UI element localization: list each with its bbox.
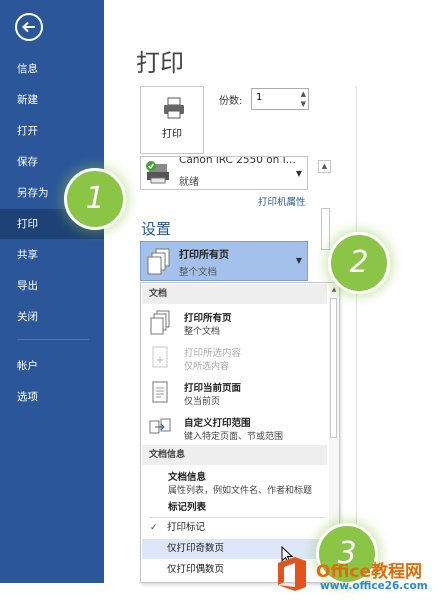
step-badge-1: 1 [64,168,126,230]
sidebar-item-close[interactable]: 关闭 [0,302,104,332]
print-markup-label: 打印标记 [167,522,206,533]
menu-item-doc-info-desc: 属性列表，例如文件名、作者和标题 [168,486,313,496]
sidebar-item-export[interactable]: 导出 [0,271,104,301]
printer-status-icon [146,161,169,184]
office-logo-icon [278,557,306,591]
even-pages-label: 仅打印偶数页 [167,564,225,575]
menu-item-selection-title: 打印所选内容 [184,348,242,359]
menu-item-custom-range-title[interactable]: 自定义打印范围 [184,415,251,429]
all-pages-icon [150,310,170,335]
chevron-down-icon[interactable]: ▼ [296,169,302,178]
copies-value: 1 [256,92,263,103]
backstage-sidebar: 信息 新建 打开 保存 另存为 打印 共享 导出 关闭 帐户 选项 [0,0,104,583]
check-icon: ✓ [150,523,158,533]
menu-item-all-pages-title[interactable]: 打印所有页 [184,310,232,324]
menu-section-header-doc-info: 文档信息 [142,445,327,465]
menu-item-all-pages-desc: 整个文档 [184,327,221,337]
menu-item-doc-info-title[interactable]: 文档信息 [168,469,206,483]
print-button-label: 打印 [162,129,182,140]
printer-icon [164,97,184,119]
menu-item-current-page-title[interactable]: 打印当前页面 [184,380,241,394]
scrollbar-thumb[interactable] [321,208,330,250]
all-pages-icon [147,248,170,275]
back-arrow-icon[interactable] [15,13,43,41]
menu-item-current-page-desc: 仅当前页 [184,397,221,407]
sidebar-divider [17,339,89,340]
copies-stepper[interactable]: ▲ ▼ [301,89,306,109]
printer-properties-link[interactable]: 打印机属性 [258,194,306,208]
custom-range-icon [149,418,171,434]
step-badge-2: 2 [328,232,390,294]
copies-label: 份数: [219,96,243,107]
menu-scrollbar-thumb[interactable] [330,298,337,438]
current-page-icon [152,381,168,403]
watermark-url: www.office26.com [320,580,428,592]
odd-pages-label: 仅打印奇数页 [167,543,225,554]
page-title: 打印 [136,49,184,77]
menu-section-header-document: 文档 [142,284,327,304]
print-range-dropdown[interactable]: 打印所有页 整个文档 ▼ [140,241,308,281]
selected-setting-title: 打印所有页 [179,250,229,261]
menu-item-print-markup[interactable]: ✓ 打印标记 [142,518,327,538]
printer-status: 就绪 [179,177,199,188]
sidebar-item-open[interactable]: 打开 [0,116,104,146]
settings-title: 设置 [141,220,172,238]
selected-setting-desc: 整个文档 [179,267,218,278]
sidebar-item-account[interactable]: 帐户 [0,351,104,381]
print-button[interactable]: 打印 [140,86,204,154]
print-range-menu: 文档 打印所有页 整个文档 打印所选内容 仅所选内容 打印当前页面 仅当前页 自… [140,282,340,583]
sidebar-item-new[interactable]: 新建 [0,85,104,115]
sidebar-item-options[interactable]: 选项 [0,382,104,412]
sidebar-item-share[interactable]: 共享 [0,240,104,270]
preview-divider [356,86,357,583]
menu-item-custom-range-desc: 键入特定页面、节或范围 [184,432,284,442]
watermark-title: Office教程网 [316,562,423,582]
scroll-up-icon[interactable]: ▲ [330,286,338,295]
sidebar-item-info[interactable]: 信息 [0,54,104,84]
printer-name: Canon iRC 2550 on I... [179,156,296,166]
menu-item-selection-desc: 仅所选内容 [184,362,230,372]
chevron-down-icon: ▼ [295,256,302,265]
printer-selector[interactable]: Canon iRC 2550 on I... 就绪 ▼ [140,156,308,190]
copies-input[interactable]: 1 ▲ ▼ [251,88,309,110]
scroll-up-icon[interactable]: ▲ [318,160,331,173]
selection-icon [152,346,168,368]
menu-item-markup-list[interactable]: 标记列表 [168,499,206,513]
